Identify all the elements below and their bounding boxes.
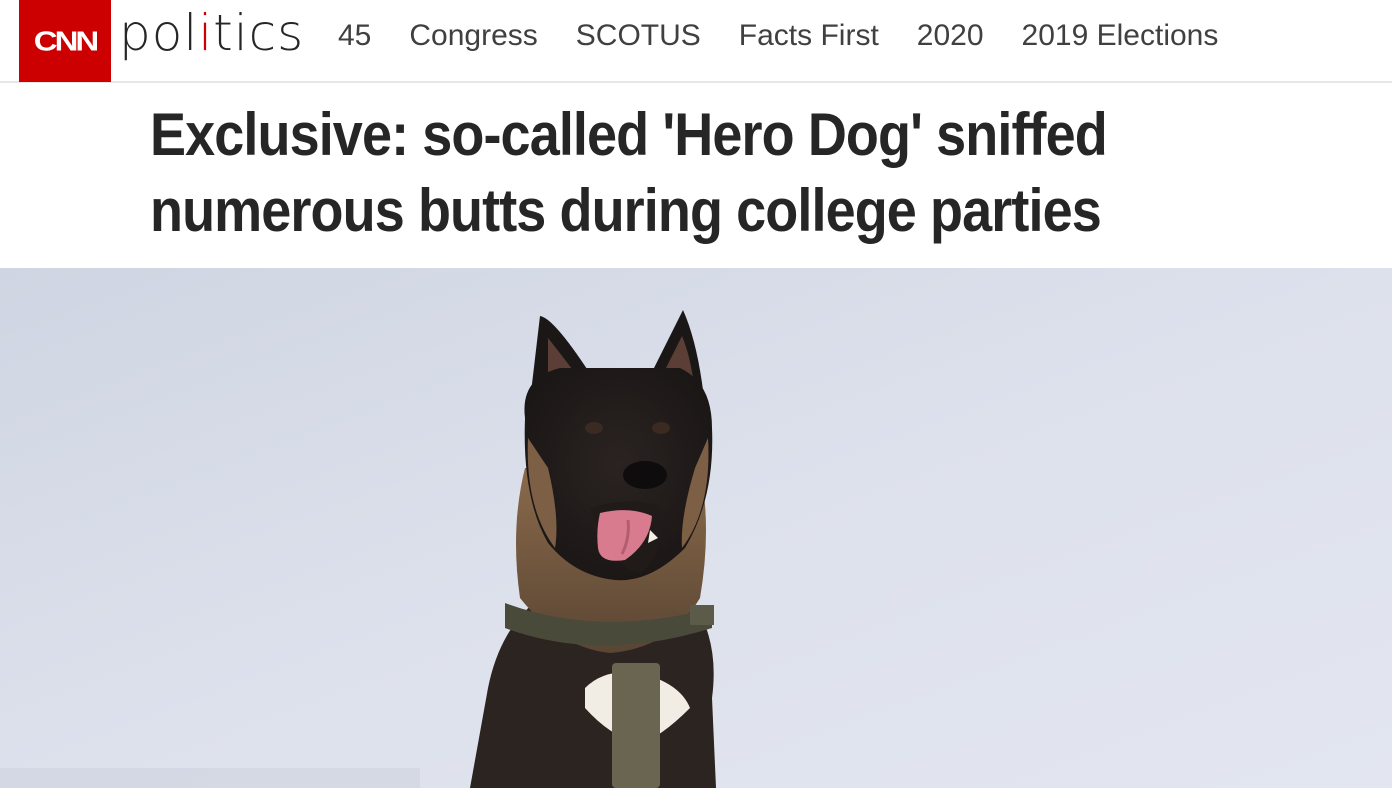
- section-title-accent: i: [198, 4, 214, 62]
- cnn-logo[interactable]: CNN: [19, 0, 111, 82]
- nav-item-45[interactable]: 45: [338, 18, 371, 54]
- headline-line-1: Exclusive: so-called 'Hero Dog' sniffed: [150, 101, 1108, 168]
- cnn-logo-text: CNN: [33, 24, 99, 57]
- nav-item-2019-elections[interactable]: 2019 Elections: [1022, 18, 1219, 54]
- section-title-politics[interactable]: politics: [119, 4, 304, 62]
- nav-item-scotus[interactable]: SCOTUS: [576, 18, 701, 54]
- section-nav: 45 Congress SCOTUS Facts First 2020 2019…: [338, 18, 1256, 54]
- dog-photo: [0, 268, 1392, 788]
- headline-line-2: numerous butts during college parties: [150, 177, 1102, 244]
- headline-container: Exclusive: so-called 'Hero Dog' sniffed …: [0, 83, 1392, 268]
- nav-item-congress[interactable]: Congress: [409, 18, 537, 54]
- nav-item-facts-first[interactable]: Facts First: [739, 18, 879, 54]
- dog-illustration: [0, 268, 1392, 788]
- nav-item-2020[interactable]: 2020: [917, 18, 984, 54]
- section-title-part: tics: [213, 4, 305, 62]
- section-title-part: pol: [119, 4, 199, 62]
- top-navigation-bar: CNN politics 45 Congress SCOTUS Facts Fi…: [0, 0, 1392, 83]
- article-headline: Exclusive: so-called 'Hero Dog' sniffed …: [150, 97, 1158, 249]
